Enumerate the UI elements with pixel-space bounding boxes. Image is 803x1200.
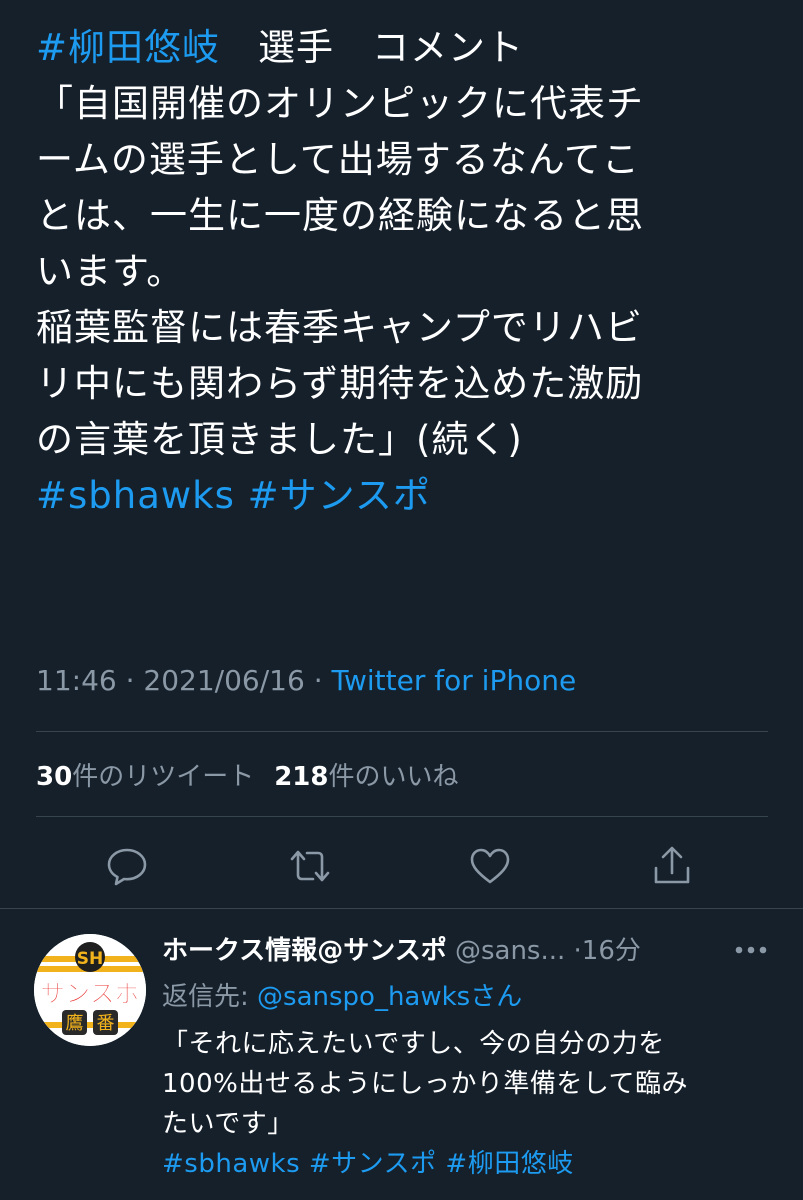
tweet-text-line: リ中にも関わらず期待を込めた激励 [36, 362, 644, 405]
tweet-text-line: 稲葉監督には春季キャンプでリハビ [36, 306, 643, 349]
tweet-title-line: #柳田悠岐 選手 コメント [36, 20, 776, 76]
reply-author-name[interactable]: ホークス情報@サンスポ [162, 936, 447, 966]
divider [36, 816, 768, 817]
tweet-text-line: 「自国開催のオリンピックに代表チ [36, 82, 644, 125]
hashtag-link[interactable]: #サンスポ [309, 1149, 437, 1179]
reply-time[interactable]: 16分 [582, 936, 641, 966]
tweet-actions [0, 832, 803, 900]
tweet-text-line: の言葉を頂きました」(続く) [36, 418, 523, 461]
svg-text:鷹: 鷹 [66, 1012, 84, 1034]
tweet-text-line: います。 [36, 250, 185, 293]
reply-button[interactable] [103, 842, 151, 890]
tweet-stats: 30件のリツイート 218件のいいね [36, 756, 459, 793]
retweet-icon [290, 850, 330, 882]
tweet-source-link[interactable]: Twitter for iPhone [332, 664, 577, 697]
like-count: 218 [274, 762, 329, 792]
share-icon [654, 846, 690, 884]
hashtag-link[interactable]: #sbhawks [36, 474, 235, 517]
retweet-count: 30 [36, 762, 73, 792]
meta-separator: · [313, 664, 323, 697]
hashtag-link[interactable]: #柳田悠岐 [36, 26, 220, 69]
tweet-text: #柳田悠岐 選手 コメント 「自国開催のオリンピックに代表チ ームの選手として出… [36, 20, 776, 524]
reply-text-line: 「それに応えたいですし、今の自分の力を [162, 1029, 665, 1059]
like-stat[interactable]: 218件のいいね [274, 762, 458, 792]
svg-text:番: 番 [97, 1013, 115, 1034]
retweet-stat[interactable]: 30件のリツイート [36, 762, 254, 792]
divider [36, 731, 768, 732]
tweet-date[interactable]: 2021/06/16 [143, 664, 304, 697]
share-button[interactable] [648, 842, 696, 890]
hashtag-link[interactable]: #柳田悠岐 [445, 1149, 573, 1179]
hashtag-link[interactable]: #sbhawks [162, 1149, 300, 1179]
reply-hashtags: #sbhawks #サンスポ #柳田悠岐 [162, 1144, 772, 1184]
reply-icon [107, 848, 147, 886]
reply-text-line: 100%出せるようにしっかり準備をして臨み [162, 1069, 689, 1099]
reply-to-line: 返信先: @sanspo_hawksさん [162, 976, 522, 1013]
meta-separator: · [125, 664, 135, 697]
reply-to-handle-link[interactable]: @sanspo_hawksさん [257, 982, 522, 1012]
reply-separator: · [573, 936, 582, 966]
heart-icon [470, 848, 510, 884]
reply-text: 「それに応えたいですし、今の自分の力を 100%出せるようにしっかり準備をして臨… [162, 1024, 772, 1184]
reply-text-line: たいです」 [162, 1109, 294, 1139]
reply-to-label: 返信先: [162, 982, 258, 1012]
tweet-title-text: 選手 コメント [220, 26, 525, 69]
svg-text:サンスポ: サンスポ [40, 979, 140, 1008]
like-button[interactable] [466, 842, 514, 890]
reply-header: ホークス情報@サンスポ @sans... ·16分 [162, 930, 641, 967]
tweet-time[interactable]: 11:46 [36, 664, 117, 697]
tweet-hashtags-line: #sbhawks #サンスポ [36, 468, 776, 524]
reply-tweet[interactable]: SH サンスポ 鷹 番 ホークス情報@サンスポ @sans... ·16分 返信… [0, 910, 803, 1200]
svg-text:SH: SH [77, 949, 103, 969]
divider [0, 908, 803, 909]
tweet-text-line: とは、一生に一度の経験になると思 [36, 194, 644, 237]
avatar[interactable]: SH サンスポ 鷹 番 [34, 934, 146, 1046]
retweet-button[interactable] [286, 842, 334, 890]
reply-author-handle[interactable]: @sans... [455, 936, 565, 966]
tweet-meta: 11:46 · 2021/06/16 · Twitter for iPhone [36, 664, 576, 697]
more-options-icon[interactable] [734, 940, 768, 954]
retweet-label: 件のリツイート [72, 762, 255, 792]
like-label: 件のいいね [328, 762, 459, 792]
hashtag-link[interactable]: #サンスポ [248, 474, 431, 517]
sanspo-hawks-logo-icon: SH サンスポ 鷹 番 [34, 934, 146, 1046]
tweet-text-line: ームの選手として出場するなんてこ [36, 138, 640, 181]
